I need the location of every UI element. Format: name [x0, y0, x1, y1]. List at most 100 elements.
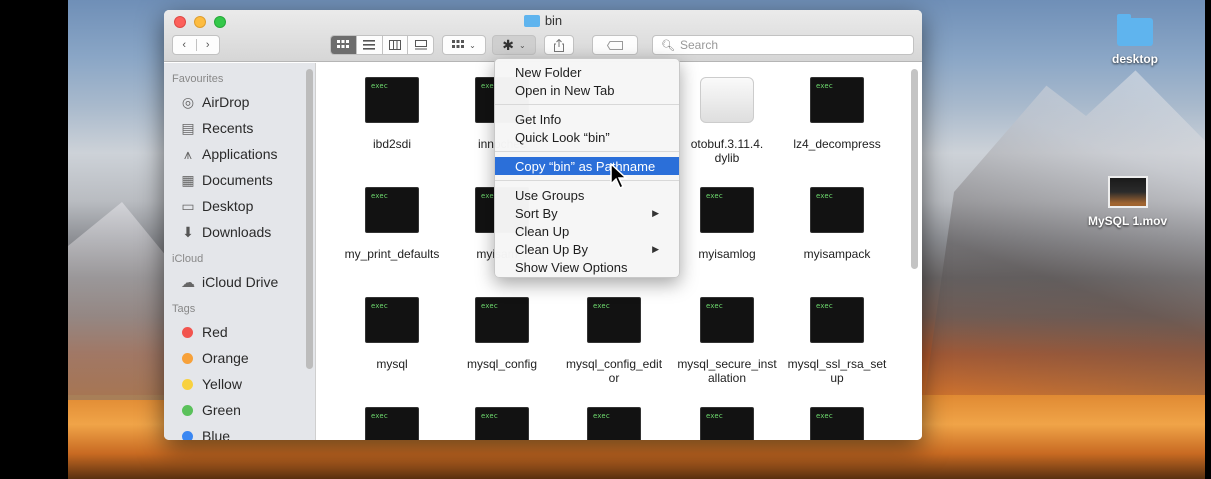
columns-icon [388, 40, 401, 50]
menu-item-label: Show View Options [515, 259, 628, 275]
menu-separator [495, 151, 679, 152]
sidebar-tag-orange[interactable]: Orange [164, 345, 315, 371]
sidebar-scrollbar[interactable] [306, 69, 313, 369]
exec-icon: exec [810, 187, 864, 233]
share-button[interactable] [544, 35, 574, 55]
forward-button[interactable]: › [195, 39, 220, 51]
exec-icon: exec [365, 187, 419, 233]
screen-edge [1205, 0, 1211, 479]
desktop-folder-icon-item[interactable]: desktop [1112, 14, 1158, 66]
exec-icon: exec [810, 77, 864, 123]
sidebar-item-downloads[interactable]: ⬇ Downloads [164, 219, 315, 245]
list-view-button[interactable] [355, 36, 382, 54]
grid-icon [337, 40, 350, 48]
search-field[interactable]: 🔍︎ Search [652, 35, 914, 55]
menu-item-label: Clean Up [515, 223, 570, 239]
menu-item-quick-look[interactable]: Quick Look “bin” [495, 128, 679, 146]
submenu-arrow-icon: ▶ [652, 243, 659, 254]
file-item[interactable]: exec [559, 407, 669, 440]
sidebar-tag-red[interactable]: Red [164, 319, 315, 345]
desktop-movie-label: MySQL 1.mov [1088, 214, 1168, 228]
file-item[interactable]: exec lz4_decompress [782, 77, 892, 151]
tag-dot-icon [182, 352, 193, 364]
menu-item-new-folder[interactable]: New Folder [495, 63, 679, 81]
menu-item-clean-up-by[interactable]: Clean Up By ▶ [495, 240, 679, 258]
applications-icon: ⩚ [184, 145, 192, 162]
menu-item-use-groups[interactable]: Use Groups [495, 186, 679, 204]
file-label: myisamlog [698, 247, 756, 261]
file-item[interactable]: exec mysql_config_edit or [559, 297, 669, 385]
file-label: my_print_defaults [344, 247, 440, 261]
file-item[interactable]: exec mysql_config [447, 297, 557, 371]
tag-dot-icon [182, 378, 193, 390]
tag-icon [607, 40, 623, 50]
share-icon [554, 38, 564, 52]
gallery-view-button[interactable] [407, 36, 433, 54]
sidebar-item-label: iCloud Drive [202, 274, 279, 290]
menu-item-show-view-options[interactable]: Show View Options [495, 258, 679, 276]
back-button[interactable]: ‹ [173, 39, 196, 51]
content-scrollbar[interactable] [911, 69, 918, 269]
menu-item-label: Sort By [515, 205, 558, 221]
file-item[interactable]: exec myisampack [782, 187, 892, 261]
sidebar-item-icloud-drive[interactable]: ☁ iCloud Drive [164, 269, 315, 295]
action-gear-button[interactable]: ✱ ⌄ [492, 35, 536, 55]
file-item[interactable]: exec my_print_defaults [337, 187, 447, 261]
sidebar: Favourites ◎ AirDrop ▤ Recents ⩚ Applica… [164, 63, 316, 440]
column-view-button[interactable] [381, 36, 408, 54]
sidebar-tag-green[interactable]: Green [164, 397, 315, 423]
file-item[interactable]: otobuf.3.11.4. dylib [672, 77, 782, 165]
exec-icon: exec [700, 187, 754, 233]
menu-separator [495, 104, 679, 105]
file-item[interactable]: exec [782, 407, 892, 440]
file-label: mysql_ssl_rsa_set up [787, 357, 887, 385]
folder-icon [523, 14, 540, 27]
menu-item-open-in-new-tab[interactable]: Open in New Tab [495, 81, 679, 99]
sidebar-header-tags: Tags [172, 303, 196, 315]
exec-icon: exec [810, 407, 864, 440]
group-by-button[interactable]: ⌄ [442, 35, 486, 55]
file-item[interactable]: exec mysql_secure_inst allation [672, 297, 782, 385]
folder-icon [1117, 14, 1153, 46]
menu-item-label: Quick Look “bin” [515, 129, 610, 145]
menu-item-label: New Folder [515, 64, 582, 80]
tag-dot-icon [182, 326, 193, 338]
sidebar-item-label: Orange [202, 350, 249, 366]
context-menu: New Folder Open in New Tab Get Info Quic… [494, 58, 680, 278]
file-item[interactable]: exec ibd2sdi [337, 77, 447, 151]
sidebar-item-label: Green [202, 402, 241, 418]
icon-view-button[interactable] [331, 36, 356, 54]
file-label: mysql [376, 357, 408, 371]
sidebar-item-label: Desktop [202, 198, 254, 214]
file-item[interactable]: exec mysql_ssl_rsa_set up [782, 297, 892, 385]
file-item[interactable]: exec [447, 407, 557, 440]
menu-item-sort-by[interactable]: Sort By ▶ [495, 204, 679, 222]
view-mode-group [330, 35, 434, 55]
menu-item-clean-up[interactable]: Clean Up [495, 222, 679, 240]
file-item[interactable]: exec [672, 407, 782, 440]
file-item[interactable]: exec mysql [337, 297, 447, 371]
sidebar-item-label: Red [202, 324, 228, 340]
exec-icon: exec [365, 407, 419, 440]
sidebar-tag-yellow[interactable]: Yellow [164, 371, 315, 397]
downloads-icon: ⬇ [182, 223, 194, 240]
window-title-text: bin [544, 13, 563, 28]
desktop-movie-item[interactable]: MySQL 1.mov [1088, 176, 1167, 228]
file-item[interactable]: exec myisamlog [672, 187, 782, 261]
file-item[interactable]: exec [337, 407, 447, 440]
sidebar-item-airdrop[interactable]: ◎ AirDrop [164, 89, 315, 115]
sidebar-item-recents[interactable]: ▤ Recents [164, 115, 315, 141]
tag-button[interactable] [592, 35, 638, 55]
cloud-icon: ☁ [181, 273, 195, 290]
airdrop-icon: ◎ [181, 93, 195, 110]
sidebar-item-label: Yellow [202, 376, 242, 392]
menu-item-copy-pathname[interactable]: Copy “bin” as Pathname [495, 157, 679, 175]
sidebar-item-documents[interactable]: ▦ Documents [164, 167, 315, 193]
sidebar-tag-blue[interactable]: Blue [164, 423, 315, 440]
menu-item-label: Copy “bin” as Pathname [515, 158, 656, 174]
sidebar-item-desktop[interactable]: ▭ Desktop [164, 193, 315, 219]
file-label: lz4_decompress [793, 137, 881, 151]
sidebar-item-applications[interactable]: ⩚ Applications [164, 141, 315, 167]
menu-item-get-info[interactable]: Get Info [495, 110, 679, 128]
exec-icon: exec [700, 297, 754, 343]
